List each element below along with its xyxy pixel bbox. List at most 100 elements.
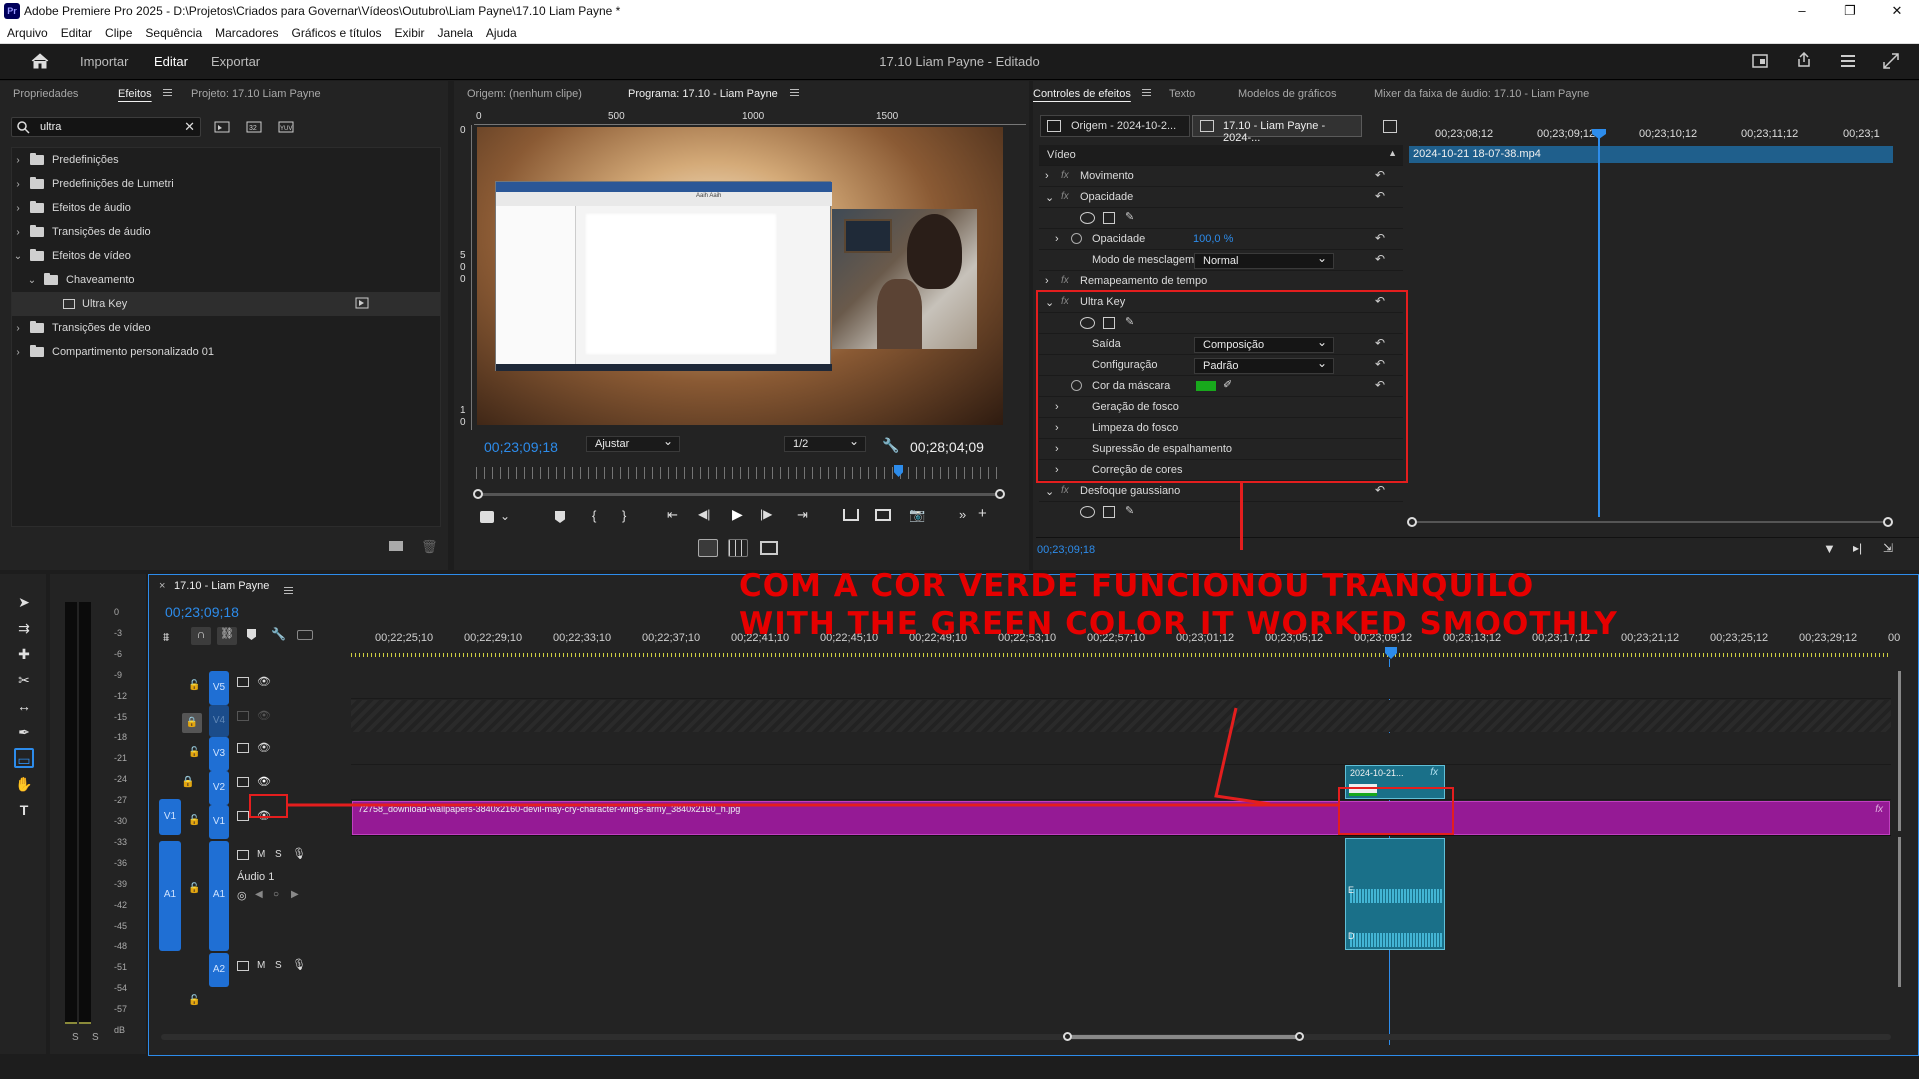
tree-item-transicoes-audio[interactable]: › Transições de áudio [12, 220, 151, 244]
new-bin-icon[interactable] [389, 541, 403, 551]
chevron-down-icon[interactable]: ⌄ [500, 509, 510, 523]
close-button[interactable]: ✕ [1877, 1, 1917, 21]
stopwatch-icon[interactable] [1071, 380, 1082, 391]
program-video-frame[interactable]: Aaih Aaih [477, 127, 1003, 425]
tab-efeitos[interactable]: Efeitos [118, 88, 152, 100]
sync-lock-icon[interactable] [237, 743, 249, 753]
zoom-left-handle[interactable] [473, 489, 483, 499]
maximize-button[interactable]: ❐ [1830, 1, 1870, 21]
ec-zoom-left-handle[interactable] [1407, 517, 1417, 527]
safe-margins-icon[interactable] [728, 539, 748, 557]
menu-exibir[interactable]: Exibir [388, 22, 431, 40]
ec-zoom-bar[interactable] [1411, 521, 1891, 523]
add-button-icon[interactable]: + [978, 505, 987, 522]
rectangle-mask-icon[interactable] [1103, 212, 1115, 224]
lock-v2-icon[interactable]: 🔒 [181, 775, 197, 793]
share-icon[interactable] [1796, 52, 1812, 68]
ellipse-mask-icon[interactable] [1080, 506, 1095, 518]
track-v2-lane[interactable] [351, 766, 1891, 800]
setting-dropdown[interactable]: Padrão [1194, 356, 1334, 374]
linked-selection-icon[interactable]: ⛓ [217, 627, 237, 645]
pen-mask-icon[interactable]: ✎ [1125, 315, 1134, 328]
mute-a2-button[interactable]: M [257, 960, 265, 971]
lock-icon[interactable]: 🔓 [188, 995, 200, 1006]
group-limpeza[interactable]: › Limpeza do fosco [1039, 418, 1403, 439]
fullscreen-icon[interactable] [1883, 53, 1899, 69]
pen-tool-icon[interactable]: ✒ [14, 722, 34, 742]
solo-a2-button[interactable]: S [275, 960, 282, 971]
proxy-toggle-icon[interactable] [760, 541, 778, 555]
tab-origem[interactable]: Origem: (nenhum clipe) [467, 88, 582, 100]
add-marker-icon[interactable] [247, 629, 256, 640]
tab-modelos[interactable]: Modelos de gráficos [1238, 88, 1336, 100]
opacity-value[interactable]: 100,0 % [1193, 233, 1233, 245]
menu-clipe[interactable]: Clipe [98, 22, 138, 40]
go-to-in-icon[interactable]: ⇤ [667, 507, 678, 523]
effect-desfoque[interactable]: ⌄ fx Desfoque gaussiano ↶ [1039, 481, 1403, 502]
reset-icon[interactable]: ↶ [1375, 484, 1389, 496]
export-icon[interactable]: ⇲ [1883, 541, 1893, 555]
mark-in-icon[interactable]: { [592, 508, 596, 523]
32bit-effects-icon[interactable]: 32 [246, 120, 262, 133]
timeline-settings-icon[interactable]: 🔧 [271, 627, 286, 641]
search-input[interactable]: ultra [40, 121, 61, 133]
home-icon[interactable] [31, 53, 49, 69]
group-supressao[interactable]: › Supressão de espalhamento [1039, 439, 1403, 460]
track-v3-lane[interactable] [351, 733, 1891, 765]
chevron-right-icon[interactable]: › [1055, 233, 1059, 245]
razor-tool-icon[interactable]: ✂ [14, 670, 34, 690]
tab-propriedades[interactable]: Propriedades [13, 88, 78, 100]
eyedropper-icon[interactable]: ✐ [1223, 378, 1232, 391]
play-audio-icon[interactable]: ▸| [1853, 541, 1862, 555]
tree-item-chaveamento[interactable]: ⌄ Chaveamento [26, 268, 135, 292]
sequence-clip-tab[interactable]: 17.10 - Liam Payne - 2024-... [1192, 115, 1362, 144]
menu-marcadores[interactable]: Marcadores [208, 22, 284, 40]
effect-controls-menu-icon[interactable] [1142, 89, 1151, 96]
tab-mixer[interactable]: Mixer da faixa de áudio: 17.10 - Liam Pa… [1374, 88, 1589, 100]
source-patch-v1[interactable]: V1 [159, 799, 181, 835]
filter-icon[interactable]: ▼ [1823, 541, 1836, 556]
scroll-right-handle[interactable] [1295, 1032, 1304, 1041]
zoom-right-handle[interactable] [995, 489, 1005, 499]
effect-ultra-key[interactable]: ⌄ fx Ultra Key ↶ [1039, 292, 1403, 313]
menu-editar[interactable]: Editar [54, 22, 98, 40]
solo-a1-button[interactable]: S [275, 849, 282, 860]
audio-vertical-scrollbar[interactable] [1898, 837, 1901, 987]
track-target-v2[interactable]: V2 [209, 771, 229, 805]
output-dropdown[interactable]: Composição [1194, 335, 1334, 353]
hand-tool-icon[interactable]: ✋ [14, 774, 34, 794]
video-vertical-scrollbar[interactable] [1898, 671, 1901, 831]
stopwatch-icon[interactable] [1071, 233, 1082, 244]
eye-v2-icon[interactable]: 👁 [257, 775, 271, 788]
track-select-tool-icon[interactable]: ⇉ [14, 618, 34, 638]
program-zoom-bar[interactable] [478, 493, 1002, 496]
tab-editar[interactable]: Editar [154, 54, 188, 69]
lock-icon[interactable]: 🔓 [188, 747, 200, 758]
reset-icon[interactable]: ↶ [1375, 190, 1389, 202]
volume-knob-icon[interactable]: ◎ [237, 889, 247, 902]
play-icon[interactable]: ▶ [732, 506, 743, 523]
mute-a1-button[interactable]: M [257, 849, 265, 860]
track-target-v1[interactable]: V1 [209, 805, 229, 839]
ec-time-ruler[interactable]: 00;23;08;12 00;23;09;12 00;23;10;12 00;2… [1411, 128, 1919, 146]
menu-janela[interactable]: Janela [431, 22, 479, 40]
captions-icon[interactable] [297, 630, 313, 640]
ripple-edit-tool-icon[interactable]: ✚ [14, 644, 34, 664]
eye-icon[interactable]: 👁 [257, 709, 271, 722]
eye-icon[interactable]: 👁 [257, 675, 271, 688]
chevron-right-icon[interactable]: › [1045, 170, 1049, 182]
effect-remapeamento[interactable]: › fx Remapeamento de tempo [1039, 271, 1403, 292]
reset-icon[interactable]: ↶ [1375, 358, 1389, 370]
chevron-right-icon[interactable]: › [1055, 422, 1059, 434]
tab-importar[interactable]: Importar [80, 54, 128, 69]
reset-icon[interactable]: ↶ [1375, 337, 1389, 349]
prev-keyframe-icon[interactable]: ◀ [255, 889, 263, 900]
reset-icon[interactable]: ↶ [1375, 253, 1389, 265]
chevron-down-icon[interactable]: ⌄ [1045, 296, 1054, 309]
prop-opacidade[interactable]: › Opacidade 100,0 % ↶ [1039, 229, 1403, 250]
workspaces-icon[interactable] [1752, 54, 1768, 68]
track-v4-lane[interactable] [351, 700, 1891, 732]
tree-item-efeitos-video[interactable]: ⌄ Efeitos de vídeo [12, 244, 131, 268]
overwrite-icon[interactable] [875, 509, 891, 521]
track-name-a1[interactable]: Áudio 1 [237, 871, 274, 883]
